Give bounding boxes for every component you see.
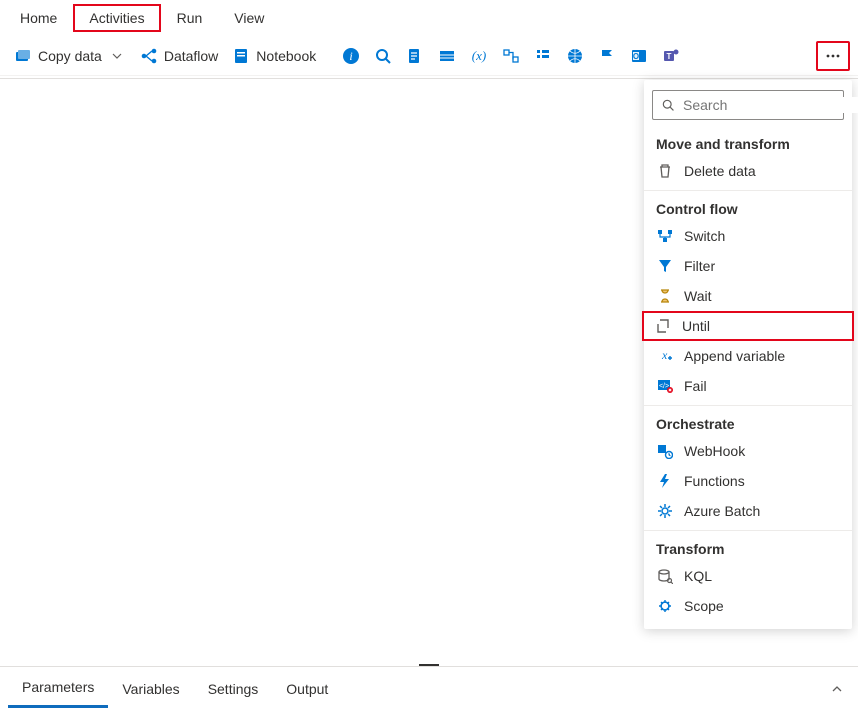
ellipsis-icon <box>824 47 842 65</box>
notebook-button[interactable]: Notebook <box>226 43 322 69</box>
variable-button[interactable]: (x) <box>464 43 494 69</box>
activity-label: Append variable <box>684 348 785 364</box>
svg-text:O: O <box>633 52 639 61</box>
tab-variables[interactable]: Variables <box>108 671 193 707</box>
activity-scope[interactable]: Scope <box>644 591 852 621</box>
toolbar: Copy data Dataflow Notebook i <box>0 36 858 76</box>
section-title: Orchestrate <box>644 410 852 436</box>
dataflow-icon <box>140 47 158 65</box>
pipeline-icon <box>502 47 520 65</box>
activity-functions[interactable]: Functions <box>644 466 852 496</box>
activity-label: KQL <box>684 568 712 584</box>
menu-home[interactable]: Home <box>4 4 73 32</box>
more-activities-button[interactable] <box>816 41 850 71</box>
menu-view[interactable]: View <box>218 4 280 32</box>
activity-label: Until <box>682 318 710 334</box>
activity-delete-data[interactable]: Delete data <box>644 156 852 186</box>
activity-azure-batch[interactable]: Azure Batch <box>644 496 852 526</box>
activity-label: WebHook <box>684 443 745 459</box>
activity-label: Azure Batch <box>684 503 760 519</box>
collapse-panel-button[interactable] <box>824 676 850 702</box>
activity-label: Delete data <box>684 163 756 179</box>
tab-settings[interactable]: Settings <box>194 671 273 707</box>
teams-icon: T <box>662 47 680 65</box>
functions-icon <box>656 472 674 490</box>
activity-kql[interactable]: KQL <box>644 561 852 591</box>
list-icon <box>534 47 552 65</box>
search-button[interactable] <box>368 43 398 69</box>
fail-icon: </> <box>656 377 674 395</box>
svg-text:x: x <box>661 348 668 362</box>
activities-panel: Move and transform Delete data Control f… <box>644 80 852 629</box>
activity-append-variable[interactable]: x Append variable <box>644 341 852 371</box>
search-icon <box>661 98 675 112</box>
activity-wait[interactable]: Wait <box>644 281 852 311</box>
activity-switch[interactable]: Switch <box>644 221 852 251</box>
scope-icon <box>656 597 674 615</box>
table-icon <box>438 47 456 65</box>
flag-icon <box>598 47 616 65</box>
activity-label: Fail <box>684 378 707 394</box>
globe-icon <box>566 47 584 65</box>
outlook-button[interactable]: O <box>624 43 654 69</box>
table-button[interactable] <box>432 43 462 69</box>
filter-icon <box>656 257 674 275</box>
variable-icon: (x) <box>470 47 488 65</box>
pipeline-button[interactable] <box>496 43 526 69</box>
search-icon <box>374 47 392 65</box>
activity-filter[interactable]: Filter <box>644 251 852 281</box>
section-title: Control flow <box>644 195 852 221</box>
script-icon <box>406 47 424 65</box>
activity-label: Filter <box>684 258 715 274</box>
outlook-icon: O <box>630 47 648 65</box>
flag-button[interactable] <box>592 43 622 69</box>
web-button[interactable] <box>560 43 590 69</box>
copy-data-icon <box>14 47 32 65</box>
search-input[interactable] <box>683 97 858 113</box>
hourglass-icon <box>656 287 674 305</box>
dataflow-label: Dataflow <box>164 48 218 64</box>
tab-output[interactable]: Output <box>272 671 342 707</box>
kql-icon <box>656 567 674 585</box>
trash-icon <box>656 162 674 180</box>
switch-icon <box>656 227 674 245</box>
info-button[interactable]: i <box>336 43 366 69</box>
script-button[interactable] <box>400 43 430 69</box>
append-variable-icon: x <box>656 347 674 365</box>
svg-text:T: T <box>667 52 672 61</box>
svg-text:i: i <box>350 49 353 63</box>
activity-fail[interactable]: </> Fail <box>644 371 852 401</box>
menu-bar: Home Activities Run View <box>0 0 858 36</box>
gear-icon <box>656 502 674 520</box>
activity-label: Scope <box>684 598 724 614</box>
list-button[interactable] <box>528 43 558 69</box>
section-title: Transform <box>644 535 852 561</box>
info-icon: i <box>342 47 360 65</box>
webhook-icon <box>656 442 674 460</box>
teams-button[interactable]: T <box>656 43 686 69</box>
svg-text:(x): (x) <box>472 48 486 63</box>
search-field[interactable] <box>652 90 844 120</box>
chevron-down-icon <box>108 47 126 65</box>
activity-label: Wait <box>684 288 711 304</box>
notebook-label: Notebook <box>256 48 316 64</box>
copy-data-button[interactable]: Copy data <box>8 43 132 69</box>
activity-label: Functions <box>684 473 745 489</box>
notebook-icon <box>232 47 250 65</box>
menu-activities[interactable]: Activities <box>73 4 160 32</box>
tab-parameters[interactable]: Parameters <box>8 669 108 708</box>
activity-webhook[interactable]: WebHook <box>644 436 852 466</box>
dataflow-button[interactable]: Dataflow <box>134 43 224 69</box>
bottom-tabs: Parameters Variables Settings Output <box>0 666 858 710</box>
activity-until[interactable]: Until <box>642 311 854 341</box>
menu-run[interactable]: Run <box>161 4 219 32</box>
section-title: Move and transform <box>644 130 852 156</box>
activity-label: Switch <box>684 228 725 244</box>
copy-data-label: Copy data <box>38 48 102 64</box>
until-icon <box>654 317 672 335</box>
